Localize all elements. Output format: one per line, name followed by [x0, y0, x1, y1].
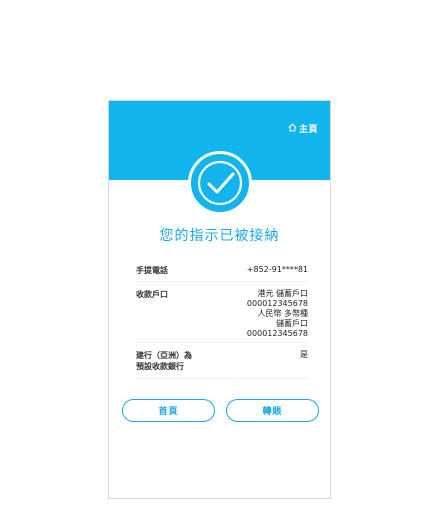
detail-row-default-bank: 建行（亞洲）為 預設收款銀行 是	[136, 343, 308, 379]
detail-value: 港元 儲蓄戶口 000012345678 人民幣 多幣種 儲蓄戶口 000012…	[247, 289, 308, 339]
label-line: 建行（亞洲）為	[136, 351, 192, 360]
checkmark-circle-icon	[187, 151, 252, 215]
page-title: 您的指示已被接納	[159, 228, 280, 244]
detail-label: 建行（亞洲）為 預設收款銀行	[136, 350, 192, 372]
value-line: 000012345678	[246, 299, 308, 308]
value-line: 港元 儲蓄戶口	[257, 289, 308, 298]
detail-row-account: 收款戶口 港元 儲蓄戶口 000012345678 人民幣 多幣種 儲蓄戶口 0…	[136, 282, 308, 343]
home-link[interactable]: 主頁	[288, 122, 318, 135]
details-list: 手提電話 +852-91****81 收款戶口 港元 儲蓄戶口 00001234…	[136, 256, 308, 379]
label-line: 預設收款銀行	[136, 362, 184, 371]
detail-value: +852-91****81	[246, 265, 308, 274]
value-line: 人民幣 多幣種	[257, 309, 308, 318]
detail-label: 收款戶口	[136, 290, 168, 299]
detail-value: 是	[300, 350, 308, 359]
action-buttons: 首頁 轉賬	[122, 399, 319, 422]
home-button[interactable]: 首頁	[122, 399, 215, 422]
app-screen: 主頁 您的指示已被接納 手提電話 +852-91****81 收款戶口 港元 儲…	[108, 100, 331, 499]
detail-row-mobile: 手提電話 +852-91****81	[136, 256, 308, 282]
home-link-label: 主頁	[298, 125, 318, 135]
detail-label: 手提電話	[136, 266, 168, 275]
value-line: 000012345678	[246, 329, 308, 338]
transfer-button[interactable]: 轉賬	[226, 399, 319, 422]
value-line: 儲蓄戶口	[276, 319, 308, 328]
home-icon	[288, 122, 297, 135]
